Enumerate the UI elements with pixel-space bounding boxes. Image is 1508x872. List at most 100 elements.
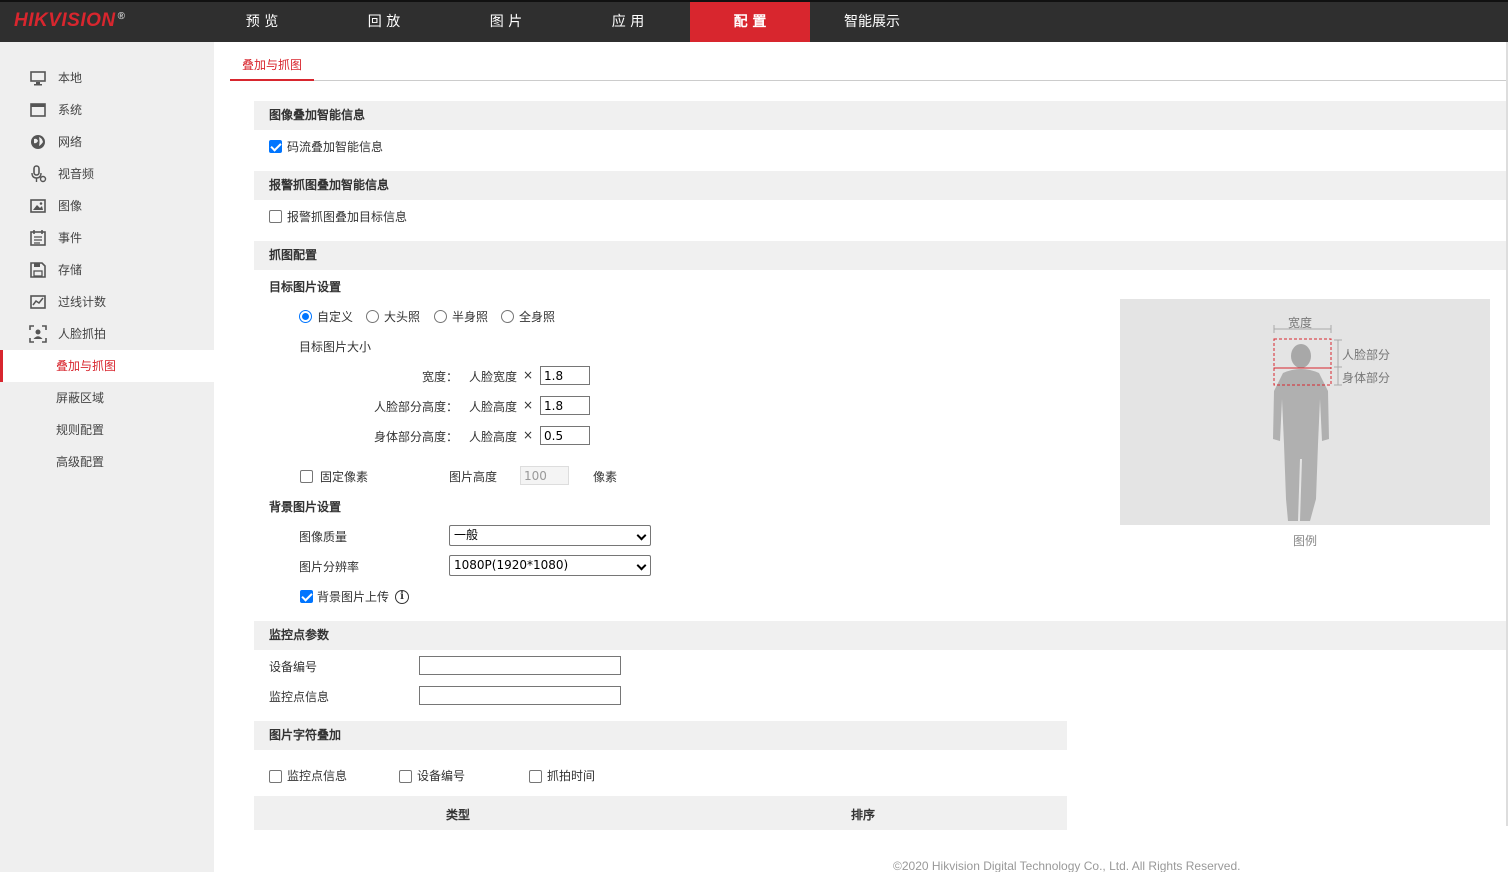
mode-half-body-radio[interactable] <box>434 310 447 323</box>
section-header-monitor-point: 监控点参数 <box>254 621 1508 650</box>
globe-icon <box>29 133 47 151</box>
section-header-capture-config: 抓图配置 <box>254 241 1508 270</box>
section-header-smart-overlay: 图像叠加智能信息 <box>254 101 1508 130</box>
nav-playback[interactable]: 回 放 <box>324 2 444 42</box>
stream-overlay-checkbox[interactable] <box>269 140 282 153</box>
overlay-capture-time-label: 抓拍时间 <box>547 769 596 783</box>
nav-smart-display[interactable]: 智能展示 <box>812 2 932 42</box>
device-no-label: 设备编号 <box>269 660 318 674</box>
sidebar-subitem-label: 规则配置 <box>56 423 105 437</box>
legend-width-label: 宽度 <box>1288 316 1313 330</box>
column-header-order: 排序 <box>851 808 876 822</box>
sidebar-item-system[interactable]: 系统 <box>0 94 214 126</box>
resolution-select[interactable]: 1080P(1920*1080) <box>449 555 651 576</box>
sidebar-subitem-advanced-config[interactable]: 高级配置 <box>0 446 214 478</box>
face-height-multiplier-input[interactable] <box>540 396 590 415</box>
person-silhouette-icon <box>1273 325 1342 521</box>
sidebar-item-network[interactable]: 网络 <box>0 126 214 158</box>
sidebar-item-face-capture[interactable]: 人脸抓拍 <box>0 318 214 350</box>
column-header-type: 类型 <box>446 808 471 822</box>
sidebar-subitem-label: 叠加与抓图 <box>56 359 117 373</box>
sidebar-subitem-rule-config[interactable]: 规则配置 <box>0 414 214 446</box>
mode-headshot-radio[interactable] <box>366 310 379 323</box>
calendar-icon <box>29 229 47 247</box>
overlay-capture-time-checkbox[interactable] <box>529 770 542 783</box>
quality-select[interactable]: 一般 <box>449 525 651 546</box>
pixel-unit-label: 像素 <box>593 470 618 484</box>
bg-upload-checkbox[interactable] <box>300 590 313 603</box>
mode-half-body-label: 半身照 <box>452 310 489 324</box>
body-height-multiplier-input[interactable] <box>540 426 590 445</box>
point-info-input[interactable] <box>419 686 621 705</box>
sidebar-item-video-audio[interactable]: 视音频 <box>0 158 214 190</box>
sidebar-item-label: 本地 <box>58 71 83 85</box>
overlay-point-info-checkbox[interactable] <box>269 770 282 783</box>
section-header-alarm-overlay: 报警抓图叠加智能信息 <box>254 171 1508 200</box>
chevron-down-icon <box>636 560 647 571</box>
sidebar-item-label: 人脸抓拍 <box>58 327 107 341</box>
bg-upload-label: 背景图片上传 <box>317 590 390 604</box>
multiply-sign: × <box>523 368 534 382</box>
nav-configuration[interactable]: 配 置 <box>690 2 810 42</box>
mode-full-body-radio[interactable] <box>501 310 514 323</box>
sidebar-item-local[interactable]: 本地 <box>0 62 214 94</box>
legend-face-part-label: 人脸部分 <box>1342 348 1391 362</box>
section-header-text-overlay: 图片字符叠加 <box>254 721 1067 750</box>
mode-headshot-label: 大头照 <box>384 310 421 324</box>
legend-caption: 图例 <box>1293 534 1318 548</box>
main-content: 叠加与抓图 图像叠加智能信息 码流叠加智能信息 报警抓图叠加智能信息 报警抓图叠… <box>214 42 1508 872</box>
sidebar-subitem-overlay-capture[interactable]: 叠加与抓图 <box>0 350 214 382</box>
overlay-device-no-checkbox[interactable] <box>399 770 412 783</box>
alarm-target-overlay-checkbox[interactable] <box>269 210 282 223</box>
width-multiplier-input[interactable] <box>540 366 590 385</box>
sidebar-item-label: 系统 <box>58 103 83 117</box>
sidebar-item-event[interactable]: 事件 <box>0 222 214 254</box>
fixed-pixel-label: 固定像素 <box>320 470 369 484</box>
sidebar-item-label: 图像 <box>58 199 83 213</box>
overlay-point-info-label: 监控点信息 <box>287 769 348 783</box>
window-icon <box>29 101 47 119</box>
target-settings-label: 目标图片设置 <box>269 280 342 294</box>
nav-preview[interactable]: 预 览 <box>202 2 322 42</box>
legend-body-part-label: 身体部分 <box>1342 371 1391 385</box>
width-ref-label: 人脸宽度 <box>469 370 518 384</box>
nav-application[interactable]: 应 用 <box>568 2 688 42</box>
sidebar-item-label: 网络 <box>58 135 83 149</box>
sidebar: 本地 系统 网络 视音频 图像 事件 存储 过线计数 人脸抓拍 叠加与抓图 屏蔽… <box>0 42 214 872</box>
sidebar-item-label: 过线计数 <box>58 295 107 309</box>
sidebar-subitem-privacy-mask[interactable]: 屏蔽区域 <box>0 382 214 414</box>
overlay-device-no-label: 设备编号 <box>417 769 466 783</box>
target-size-label: 目标图片大小 <box>299 340 372 354</box>
face-height-label: 人脸部分高度： <box>374 400 459 414</box>
width-label: 宽度： <box>422 370 459 384</box>
quality-label: 图像质量 <box>299 530 348 544</box>
body-height-label: 身体部分高度： <box>374 430 459 444</box>
fixed-pixel-checkbox[interactable] <box>300 470 313 483</box>
pic-height-input[interactable] <box>520 466 569 485</box>
sidebar-item-line-crossing-count[interactable]: 过线计数 <box>0 286 214 318</box>
point-info-label: 监控点信息 <box>269 690 330 704</box>
mode-custom-radio[interactable] <box>299 310 312 323</box>
face-height-ref-label: 人脸高度 <box>469 400 518 414</box>
mode-custom-label: 自定义 <box>317 310 354 324</box>
hikvision-logo: HIKVISION ® <box>14 10 126 31</box>
tab-bar: 叠加与抓图 <box>230 52 1508 81</box>
chart-icon <box>29 293 47 311</box>
bg-settings-label: 背景图片设置 <box>269 500 342 514</box>
nav-picture[interactable]: 图 片 <box>446 2 566 42</box>
resolution-label: 图片分辨率 <box>299 560 360 574</box>
sidebar-item-image[interactable]: 图像 <box>0 190 214 222</box>
device-no-input[interactable] <box>419 656 621 675</box>
top-navigation-bar: HIKVISION ® 预 览 回 放 图 片 应 用 配 置 智能展示 <box>0 0 1508 42</box>
sidebar-item-storage[interactable]: 存储 <box>0 254 214 286</box>
tab-overlay-capture[interactable]: 叠加与抓图 <box>230 52 315 81</box>
info-icon[interactable]: i <box>395 590 409 604</box>
stream-overlay-label: 码流叠加智能信息 <box>287 140 384 154</box>
pic-height-label: 图片高度 <box>449 470 498 484</box>
mode-full-body-label: 全身照 <box>519 310 556 324</box>
sidebar-item-label: 存储 <box>58 263 83 277</box>
sidebar-subitem-label: 高级配置 <box>56 455 105 469</box>
alarm-target-overlay-label: 报警抓图叠加目标信息 <box>287 210 408 224</box>
legend-illustration: 宽度 人脸部分 身体部分 <box>1120 299 1490 525</box>
monitor-icon <box>29 69 47 87</box>
